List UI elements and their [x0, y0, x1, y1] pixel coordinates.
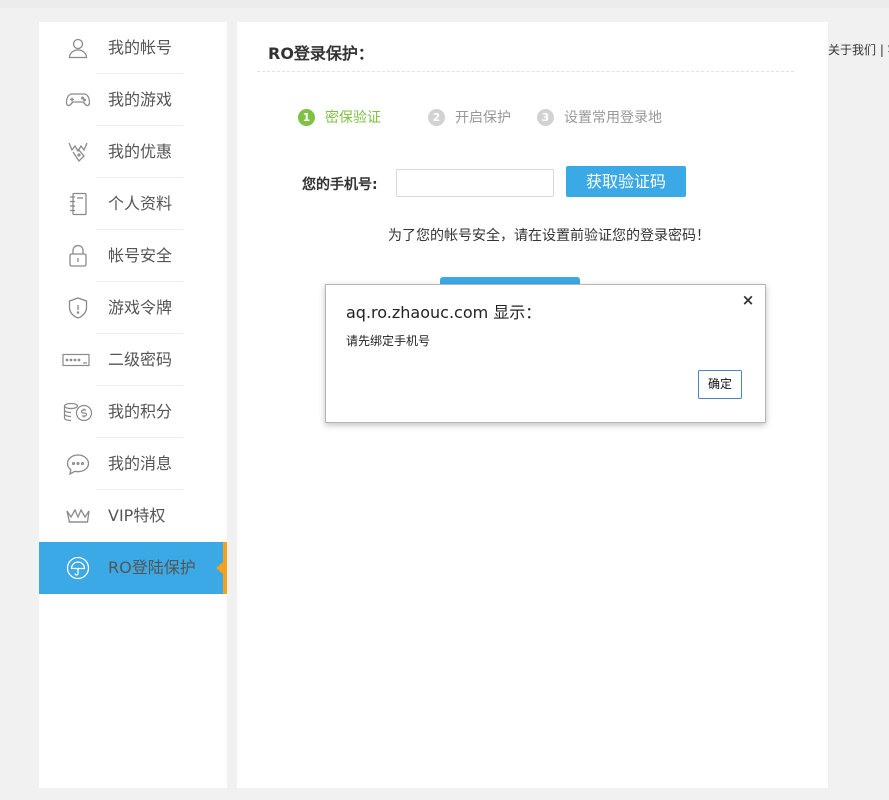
active-indicator-notch: [216, 562, 223, 574]
top-strip: [0, 0, 889, 8]
sidebar-item-my-points[interactable]: 我的积分: [39, 386, 227, 438]
title-divider: [257, 71, 794, 72]
gamepad-icon: [65, 88, 91, 112]
sidebar-nav: 我的帐号 我的游戏 我的优惠 个人资料 帐号安全 游戏令牌 二级密码 我的积分 …: [39, 22, 227, 788]
step-1: 1 密保验证: [298, 107, 381, 127]
sidebar-item-game-token[interactable]: 游戏令牌: [39, 282, 227, 334]
sidebar-item-secondary-password[interactable]: 二级密码: [39, 334, 227, 386]
phone-label: 您的手机号:: [302, 177, 378, 193]
step-label: 开启保护: [455, 110, 511, 126]
top-links[interactable]: 关于我们 | 客: [828, 41, 889, 58]
sidebar-item-vip[interactable]: VIP特权: [39, 490, 227, 542]
active-indicator-bar: [223, 542, 227, 594]
alert-dialog: aq.ro.zhaouc.com 显示： × 请先绑定手机号 确定: [325, 284, 766, 423]
security-notice: 为了您的帐号安全，请在设置前验证您的登录密码！: [388, 228, 710, 244]
dialog-title: aq.ro.zhaouc.com 显示：: [346, 303, 542, 322]
sidebar-item-profile[interactable]: 个人资料: [39, 178, 227, 230]
close-icon[interactable]: ×: [741, 291, 755, 309]
sidebar-item-label: 我的游戏: [108, 90, 173, 109]
phone-input[interactable]: [396, 169, 554, 197]
user-icon: [65, 36, 91, 60]
notebook-icon: [65, 192, 91, 216]
sidebar-item-label: 我的消息: [108, 454, 173, 473]
sidebar-item-label: 个人资料: [108, 194, 173, 213]
step-number: 1: [298, 108, 315, 126]
coins-icon: [63, 400, 93, 424]
sidebar-item-my-messages[interactable]: 我的消息: [39, 438, 227, 490]
padlock-icon: [65, 244, 91, 268]
sidebar-item-label: 二级密码: [108, 350, 173, 369]
sidebar-item-label: 我的帐号: [108, 38, 173, 57]
crown-icon: [65, 504, 91, 528]
ok-button[interactable]: 确定: [698, 370, 742, 399]
sidebar-item-label: 帐号安全: [108, 246, 173, 265]
sidebar-item-label: VIP特权: [108, 506, 166, 525]
sidebar-item-label: RO登陆保护: [108, 558, 196, 577]
get-code-button[interactable]: 获取验证码: [566, 166, 686, 197]
shield-icon: [65, 296, 91, 320]
sidebar-item-ro-login-protect[interactable]: RO登陆保护: [39, 542, 227, 594]
sidebar-item-label: 我的积分: [108, 402, 173, 421]
password-box-icon: [62, 348, 90, 372]
sidebar-item-label: 我的优惠: [108, 142, 173, 161]
step-number: 3: [537, 108, 554, 126]
dialog-message: 请先绑定手机号: [346, 334, 431, 348]
umbrella-icon: [65, 556, 91, 580]
chat-bubble-icon: [65, 452, 91, 476]
page-title: RO登录保护：: [268, 44, 374, 63]
gift-tag-icon: [65, 140, 91, 164]
step-number: 2: [428, 108, 445, 126]
step-3: 3 设置常用登录地: [537, 107, 662, 127]
step-2: 2 开启保护: [428, 107, 511, 127]
sidebar-item-my-account[interactable]: 我的帐号: [39, 22, 227, 74]
step-label: 设置常用登录地: [564, 110, 662, 126]
sidebar-item-my-games[interactable]: 我的游戏: [39, 74, 227, 126]
sidebar-item-my-offers[interactable]: 我的优惠: [39, 126, 227, 178]
sidebar-item-label: 游戏令牌: [108, 298, 173, 317]
sidebar-item-account-security[interactable]: 帐号安全: [39, 230, 227, 282]
step-label: 密保验证: [325, 110, 381, 126]
